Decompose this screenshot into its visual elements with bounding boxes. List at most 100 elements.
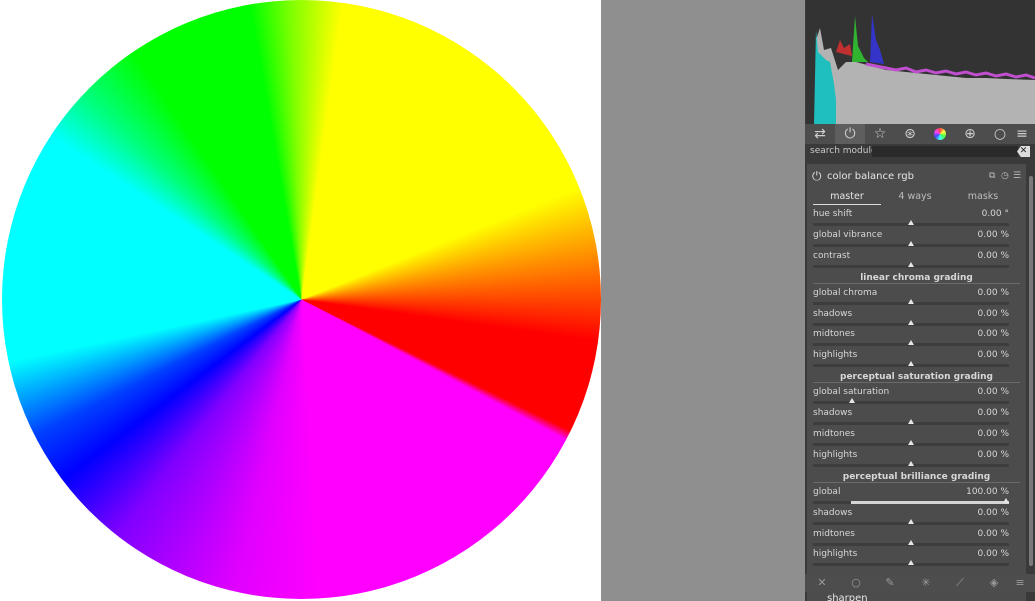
module-title: color balance rgb: [827, 171, 914, 182]
slider-label: highlights: [813, 350, 858, 360]
slider-label: global: [813, 487, 841, 497]
module-header[interactable]: ⏻ color balance rgb ⧉ ◷ ☰: [807, 164, 1026, 189]
tab-master[interactable]: master: [813, 191, 881, 202]
center-view-background: [601, 0, 805, 601]
slider-marker[interactable]: [908, 461, 914, 466]
slider-value: 0.00 %: [977, 230, 1009, 240]
power-icon[interactable]: ⏻: [835, 124, 865, 144]
star-icon[interactable]: ☆: [865, 124, 895, 144]
slider-value: 0.00 %: [977, 529, 1009, 539]
slider-marker[interactable]: [908, 540, 914, 545]
chroma-highlights-slider[interactable]: highlights 0.00 %: [813, 350, 1009, 369]
active-tab-underline: [813, 204, 881, 205]
slider-marker[interactable]: [908, 560, 914, 565]
right-panel: ⇄ ⏻ ☆ ⊛ ⊕ ○ ≡ search module ✕ ⏻ color ba…: [805, 0, 1035, 601]
chroma-shadows-slider[interactable]: shadows 0.00 %: [813, 309, 1009, 328]
section-perceptual-saturation-grading: perceptual saturation grading: [813, 372, 1020, 383]
slider-marker[interactable]: [908, 340, 914, 345]
slider-marker[interactable]: [908, 419, 914, 424]
image-canvas: [0, 0, 601, 601]
chroma-midtones-slider[interactable]: midtones 0.00 %: [813, 329, 1009, 348]
raster-mask-icon[interactable]: ◈: [979, 574, 1009, 592]
reset-icon[interactable]: ◷: [1001, 171, 1009, 182]
slider-label: midtones: [813, 529, 855, 539]
slider-marker[interactable]: [908, 262, 914, 267]
presets-menu-icon[interactable]: ≡: [1007, 574, 1033, 592]
slider-label: global saturation: [813, 387, 890, 397]
presets-icon[interactable]: ☰: [1013, 171, 1021, 182]
slider-marker[interactable]: [908, 361, 914, 366]
search-input[interactable]: [872, 146, 1018, 157]
search-label: search module: [810, 146, 877, 156]
sliders-icon[interactable]: ⇄: [805, 124, 835, 144]
global-chroma-slider[interactable]: global chroma 0.00 %: [813, 288, 1009, 307]
slider-label: shadows: [813, 309, 853, 319]
brush-icon[interactable]: ✎: [875, 574, 905, 592]
tab-masks[interactable]: masks: [949, 191, 1017, 202]
aperture-icon[interactable]: ⊕: [955, 124, 985, 144]
next-module-title: sharpen: [827, 593, 868, 601]
slider-value: 0.00 %: [977, 408, 1009, 418]
panel-scrollbar[interactable]: [1029, 176, 1033, 566]
slider-value: 0.00 %: [977, 309, 1009, 319]
histogram-green-peak: [852, 16, 868, 62]
slider-label: shadows: [813, 508, 853, 518]
brilliance-midtones-slider[interactable]: midtones 0.00 %: [813, 529, 1009, 548]
slider-label: shadows: [813, 408, 853, 418]
slider-value: 0.00 %: [977, 508, 1009, 518]
module-power-icon[interactable]: ⏻: [812, 170, 822, 183]
slider-label: global chroma: [813, 288, 878, 298]
module-group-bar: ⇄ ⏻ ☆ ⊛ ⊕ ○ ≡: [805, 124, 1035, 144]
saturation-shadows-slider[interactable]: shadows 0.00 %: [813, 408, 1009, 427]
color-balance-rgb-module: ⏻ color balance rgb ⧉ ◷ ☰ master 4 ways …: [807, 164, 1026, 574]
brilliance-highlights-slider[interactable]: highlights 0.00 %: [813, 549, 1009, 568]
parametric-icon[interactable]: ⟋: [945, 574, 975, 592]
drawn-parametric-icon[interactable]: ✳: [911, 574, 941, 592]
slider-marker[interactable]: [908, 519, 914, 524]
slider-value: 0.00 %: [977, 251, 1009, 261]
brilliance-global-slider[interactable]: global 100.00 %: [813, 487, 1009, 506]
section-perceptual-brilliance-grading: perceptual brilliance grading: [813, 472, 1020, 483]
slider-label: midtones: [813, 429, 855, 439]
contrast-slider[interactable]: contrast 0.00 %: [813, 251, 1009, 270]
slider-label: contrast: [813, 251, 851, 261]
section-linear-chroma-grading: linear chroma grading: [813, 273, 1020, 284]
global-saturation-slider[interactable]: global saturation 0.00 %: [813, 387, 1009, 406]
slider-value: 0.00 %: [977, 450, 1009, 460]
slider-marker[interactable]: [908, 220, 914, 225]
global-vibrance-slider[interactable]: global vibrance 0.00 %: [813, 230, 1009, 249]
arrow-circle-icon[interactable]: ⊛: [895, 124, 925, 144]
off-icon[interactable]: ✕: [807, 574, 837, 592]
slider-value: 0.00 %: [977, 350, 1009, 360]
brilliance-shadows-slider[interactable]: shadows 0.00 %: [813, 508, 1009, 527]
slider-marker[interactable]: [849, 398, 855, 403]
slider-marker[interactable]: [1003, 498, 1009, 503]
slider-marker[interactable]: [908, 241, 914, 246]
slider-track: [813, 401, 1009, 404]
hue-shift-slider[interactable]: hue shift 0.00 °: [813, 209, 1009, 228]
tab-4-ways[interactable]: 4 ways: [881, 191, 949, 202]
saturation-highlights-slider[interactable]: highlights 0.00 %: [813, 450, 1009, 469]
slider-value: 0.00 °: [981, 209, 1009, 219]
clear-search-icon[interactable]: ✕: [1017, 146, 1030, 157]
slider-value: 0.00 %: [977, 549, 1009, 559]
menu-icon[interactable]: ≡: [1009, 124, 1035, 144]
slider-marker[interactable]: [908, 299, 914, 304]
circle-mask-icon[interactable]: ○: [841, 574, 871, 592]
module-tabs: master 4 ways masks: [813, 191, 1017, 205]
histogram-red-peak: [836, 40, 852, 56]
multi-instance-icon[interactable]: ⧉: [989, 171, 995, 182]
blend-mask-toolbar: ✕ ○ ✎ ✳ ⟋ ◈ ≡: [805, 574, 1035, 592]
saturation-midtones-slider[interactable]: midtones 0.00 %: [813, 429, 1009, 448]
sharpen-module-header[interactable]: sharpen: [807, 592, 1026, 601]
histogram[interactable]: [806, 0, 1035, 124]
slider-marker[interactable]: [908, 440, 914, 445]
slider-fill: [851, 501, 1009, 504]
slider-label: hue shift: [813, 209, 853, 219]
color-ball-icon[interactable]: [925, 124, 955, 144]
histogram-blue-peak: [870, 14, 884, 64]
slider-value: 0.00 %: [977, 429, 1009, 439]
slider-marker[interactable]: [908, 320, 914, 325]
search-row: search module ✕: [805, 144, 1035, 160]
slider-label: highlights: [813, 549, 858, 559]
